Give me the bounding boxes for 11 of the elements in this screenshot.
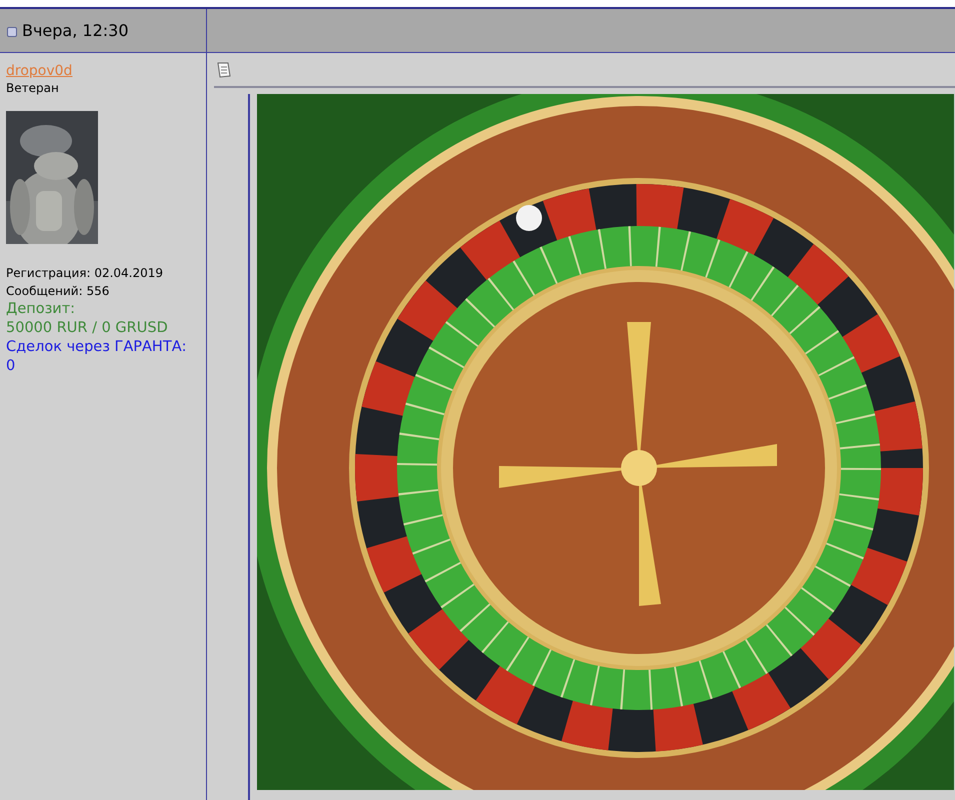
deposit-label: Депозит: xyxy=(6,300,76,319)
username-link[interactable]: dropov0d xyxy=(6,63,72,79)
guarantor-label: Сделок через ГАРАНТА: xyxy=(6,338,186,357)
registration-date: Регистрация: 02.04.2019 xyxy=(6,265,164,282)
post-icon xyxy=(7,27,17,37)
document-icon xyxy=(217,62,231,78)
deposit-value: 50000 RUR / 0 GRUSD xyxy=(6,319,168,338)
guarantor-value: 0 xyxy=(6,357,16,376)
message-count: Сообщений: 556 xyxy=(6,283,110,300)
post-date: Вчера, 12:30 xyxy=(22,21,129,40)
user-rank: Ветеран xyxy=(6,81,59,95)
